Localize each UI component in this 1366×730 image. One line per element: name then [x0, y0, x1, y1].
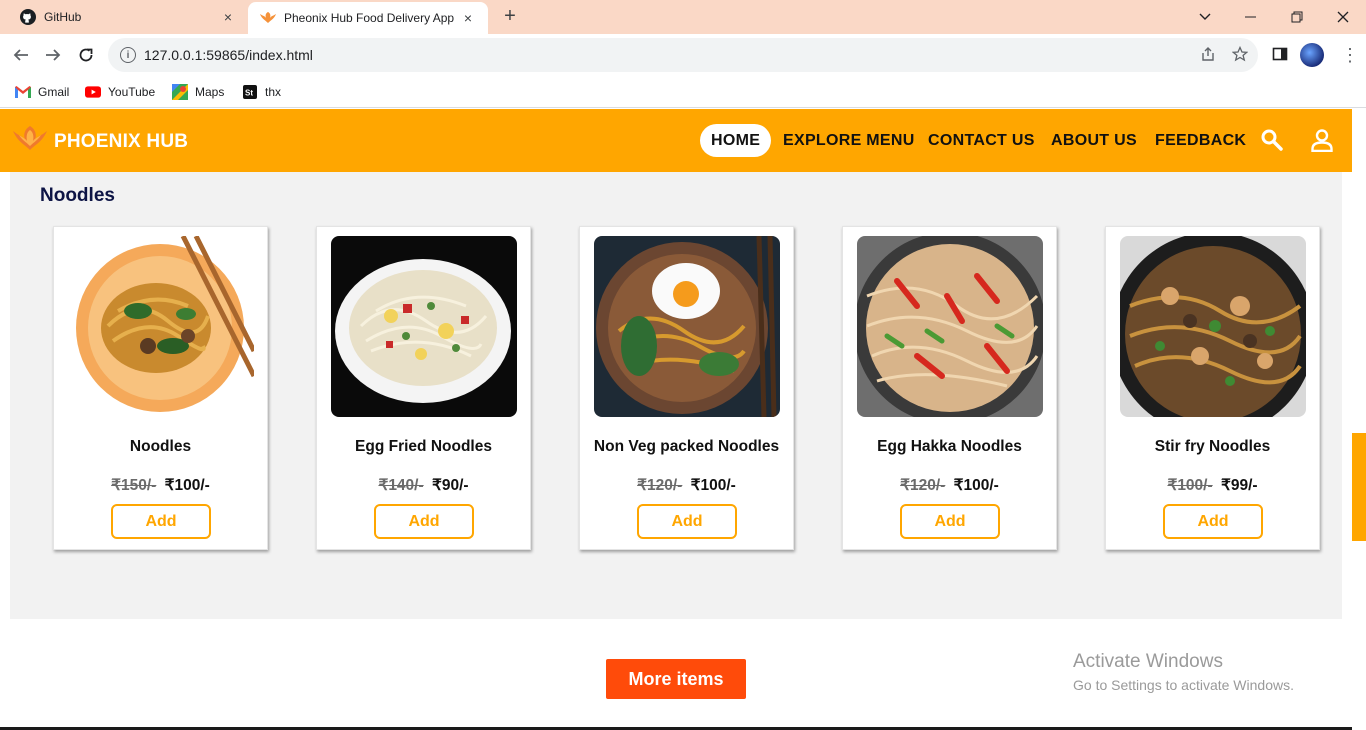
product-card: Stir fry Noodles ₹100/- ₹99/- Add [1105, 226, 1320, 550]
address-bar-row: i 127.0.0.1:59865/index.html ⋮ [0, 34, 1366, 76]
browser-tab-bar: GitHub × Pheonix Hub Food Delivery App ×… [0, 0, 1366, 34]
forward-arrow-icon[interactable] [40, 42, 66, 68]
bookmark-label: Maps [195, 85, 225, 99]
tab-search-chevron-icon[interactable] [1182, 0, 1228, 34]
product-price: ₹100/- ₹99/- [1106, 476, 1319, 495]
original-price: ₹150/- [111, 477, 157, 494]
page-scrollbar-track[interactable] [1352, 109, 1366, 730]
close-tab-icon[interactable]: × [220, 9, 236, 25]
original-price: ₹120/- [900, 477, 946, 494]
product-name: Egg Hakka Noodles [877, 438, 1022, 455]
nav-explore-menu[interactable]: EXPLORE MENU [783, 124, 915, 157]
url-text: 127.0.0.1:59865/index.html [144, 47, 313, 63]
close-tab-icon[interactable]: × [460, 10, 476, 26]
maps-icon [172, 84, 188, 100]
original-price: ₹120/- [637, 477, 683, 494]
user-icon[interactable] [1309, 127, 1335, 153]
add-to-cart-button[interactable]: Add [900, 504, 1000, 539]
bookmark-label: YouTube [108, 85, 156, 99]
add-to-cart-button[interactable]: Add [1163, 504, 1263, 539]
stir-fry-noodles-image [1120, 236, 1306, 417]
product-price: ₹150/- ₹100/- [54, 476, 267, 495]
discounted-price: ₹100/- [690, 477, 736, 494]
minimize-icon[interactable] [1228, 0, 1274, 34]
svg-text:St: St [245, 89, 253, 98]
phoenix-logo-icon [12, 126, 48, 157]
bookmark-gmail[interactable]: Gmail [15, 82, 69, 102]
restore-icon[interactable] [1274, 0, 1320, 34]
new-tab-button[interactable]: + [498, 5, 522, 29]
product-card: Egg Hakka Noodles ₹120/- ₹100/- Add [842, 226, 1057, 550]
product-name: Noodles [129, 438, 192, 455]
egg-hakka-noodles-image [857, 236, 1043, 417]
discounted-price: ₹99/- [1220, 477, 1258, 494]
site-info-icon[interactable]: i [120, 47, 136, 63]
activate-windows-subtitle: Go to Settings to activate Windows. [1073, 677, 1294, 693]
youtube-icon [85, 84, 101, 100]
product-name: Non Veg packed Noodles [593, 438, 780, 455]
discounted-price: ₹100/- [164, 477, 210, 494]
add-to-cart-button[interactable]: Add [637, 504, 737, 539]
search-icon[interactable] [1259, 127, 1285, 153]
noodles-section: Noodles Noodles ₹150/- ₹100/- Add Egg Fr… [10, 172, 1342, 619]
add-to-cart-button[interactable]: Add [374, 504, 474, 539]
bookmark-maps[interactable]: Maps [172, 82, 224, 102]
bookmark-star-icon[interactable] [1230, 44, 1250, 64]
phoenix-favicon-icon [260, 10, 276, 26]
discounted-price: ₹100/- [953, 477, 999, 494]
product-price: ₹120/- ₹100/- [843, 476, 1056, 495]
nav-about-us[interactable]: ABOUT US [1051, 124, 1137, 157]
activate-windows-title: Activate Windows [1073, 651, 1223, 672]
bookmark-thx[interactable]: St thx [242, 82, 281, 102]
site-logo[interactable]: PHOENIX HUB [12, 126, 188, 157]
page-scrollbar-thumb[interactable] [1352, 433, 1366, 541]
bookmark-label: Gmail [38, 85, 70, 99]
brand-name: PHOENIX HUB [54, 130, 189, 152]
tab-github[interactable]: GitHub × [8, 0, 248, 34]
tab-title: Pheonix Hub Food Delivery App [284, 11, 455, 25]
product-name: Stir fry Noodles [1154, 438, 1271, 455]
more-menu-icon[interactable]: ⋮ [1340, 43, 1360, 67]
gmail-icon [15, 84, 31, 100]
reload-icon[interactable] [73, 42, 99, 68]
bookmark-youtube[interactable]: YouTube [85, 82, 155, 102]
side-panel-icon[interactable] [1270, 44, 1290, 64]
nav-feedback[interactable]: FEEDBACK [1155, 124, 1246, 157]
more-items-button[interactable]: More items [606, 659, 746, 699]
discounted-price: ₹90/- [431, 477, 469, 494]
site-navbar: PHOENIX HUB HOME EXPLORE MENU CONTACT US… [0, 109, 1352, 172]
url-input[interactable]: i 127.0.0.1:59865/index.html [108, 38, 1258, 72]
share-icon[interactable] [1198, 44, 1218, 64]
nav-contact-us[interactable]: CONTACT US [928, 124, 1035, 157]
noodles-image [68, 236, 254, 417]
github-icon [20, 9, 36, 25]
product-price: ₹140/- ₹90/- [317, 476, 530, 495]
add-to-cart-button[interactable]: Add [111, 504, 211, 539]
bookmark-label: thx [265, 85, 282, 99]
back-arrow-icon[interactable] [8, 42, 34, 68]
product-price: ₹120/- ₹100/- [580, 476, 793, 495]
egg-fried-noodles-image [331, 236, 517, 417]
product-name: Egg Fried Noodles [355, 438, 492, 455]
tab-phoenix-hub[interactable]: Pheonix Hub Food Delivery App × [248, 2, 488, 34]
product-card: Noodles ₹150/- ₹100/- Add [53, 226, 268, 550]
close-window-icon[interactable] [1320, 0, 1366, 34]
product-card: Non Veg packed Noodles ₹120/- ₹100/- Add [579, 226, 794, 550]
nav-home[interactable]: HOME [700, 124, 772, 157]
original-price: ₹140/- [378, 477, 424, 494]
tab-title: GitHub [44, 10, 82, 24]
profile-avatar[interactable] [1300, 43, 1324, 67]
product-card: Egg Fried Noodles ₹140/- ₹90/- Add [316, 226, 531, 550]
st-icon: St [242, 84, 258, 100]
non-veg-noodles-image [594, 236, 780, 417]
original-price: ₹100/- [1167, 477, 1213, 494]
section-title: Noodles [40, 185, 115, 206]
bookmarks-bar: Gmail YouTube Maps St thx [0, 76, 1366, 108]
